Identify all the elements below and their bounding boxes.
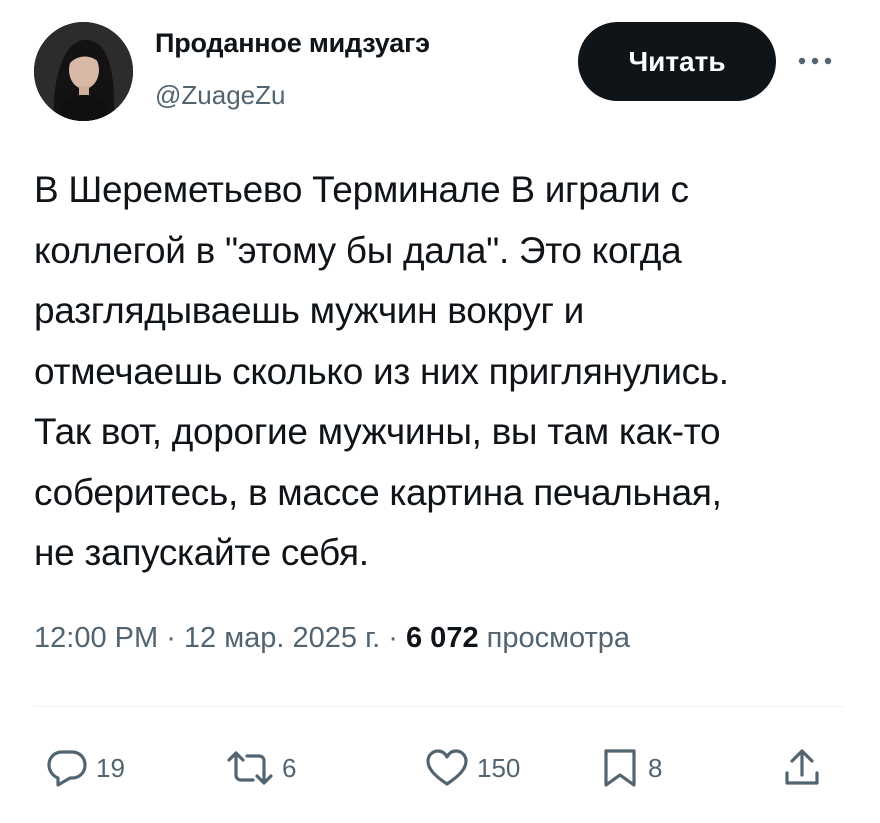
tweet-date[interactable]: 12 мар. 2025 г. xyxy=(184,622,380,654)
share-icon xyxy=(785,749,819,785)
like-button[interactable]: 150 xyxy=(425,746,520,790)
share-button[interactable] xyxy=(782,746,822,790)
tweet-card: Проданное мидзуагэ @ZuageZu Читать В Шер… xyxy=(0,0,880,823)
retweet-icon xyxy=(227,751,273,785)
author-handle[interactable]: @ZuageZu xyxy=(155,80,285,111)
meta-separator: · xyxy=(158,622,184,654)
tweet-text-line: В Шереметьево Терминале В играли с xyxy=(34,169,689,210)
tweet-text-line: соберитесь, в массе картина печальная, xyxy=(34,471,722,513)
divider xyxy=(34,706,844,707)
bookmark-icon xyxy=(604,749,636,787)
profile-photo-icon xyxy=(34,22,133,121)
tweet-text-line: Так вот, дорогие мужчины, вы там как-то xyxy=(34,411,721,452)
author-display-name[interactable]: Проданное мидзуагэ xyxy=(155,28,430,59)
reply-count: 19 xyxy=(96,752,125,783)
more-options-button[interactable] xyxy=(790,46,840,76)
tweet-meta: 12:00 PM · 12 мар. 2025 г. · 6 072 просм… xyxy=(34,622,630,655)
meta-separator: · xyxy=(380,622,406,654)
more-horizontal-icon xyxy=(798,57,832,65)
tweet-text-line: не запускайте себя. xyxy=(34,532,369,573)
reply-icon xyxy=(47,750,87,787)
tweet-text-line: отмечаешь сколько из них приглянулись. xyxy=(34,350,729,392)
bookmark-button[interactable]: 8 xyxy=(600,746,662,790)
avatar[interactable] xyxy=(34,22,133,121)
retweet-button[interactable]: 6 xyxy=(226,746,296,790)
tweet-text: В Шереметьево Терминале В играли с колле… xyxy=(34,160,854,584)
reply-button[interactable]: 19 xyxy=(46,746,125,790)
heart-icon xyxy=(426,749,468,786)
views-label: просмотра xyxy=(478,622,631,654)
tweet-text-line: разглядываешь мужчин вокруг и xyxy=(34,290,585,331)
tweet-text-line: коллегой в "этому бы дала". Это когда xyxy=(34,229,682,271)
tweet-time[interactable]: 12:00 PM xyxy=(34,622,158,654)
views-count[interactable]: 6 072 xyxy=(406,622,479,654)
follow-button[interactable]: Читать xyxy=(578,22,776,101)
like-count: 150 xyxy=(477,752,521,783)
retweet-count: 6 xyxy=(282,752,297,783)
bookmark-count: 8 xyxy=(648,752,663,783)
